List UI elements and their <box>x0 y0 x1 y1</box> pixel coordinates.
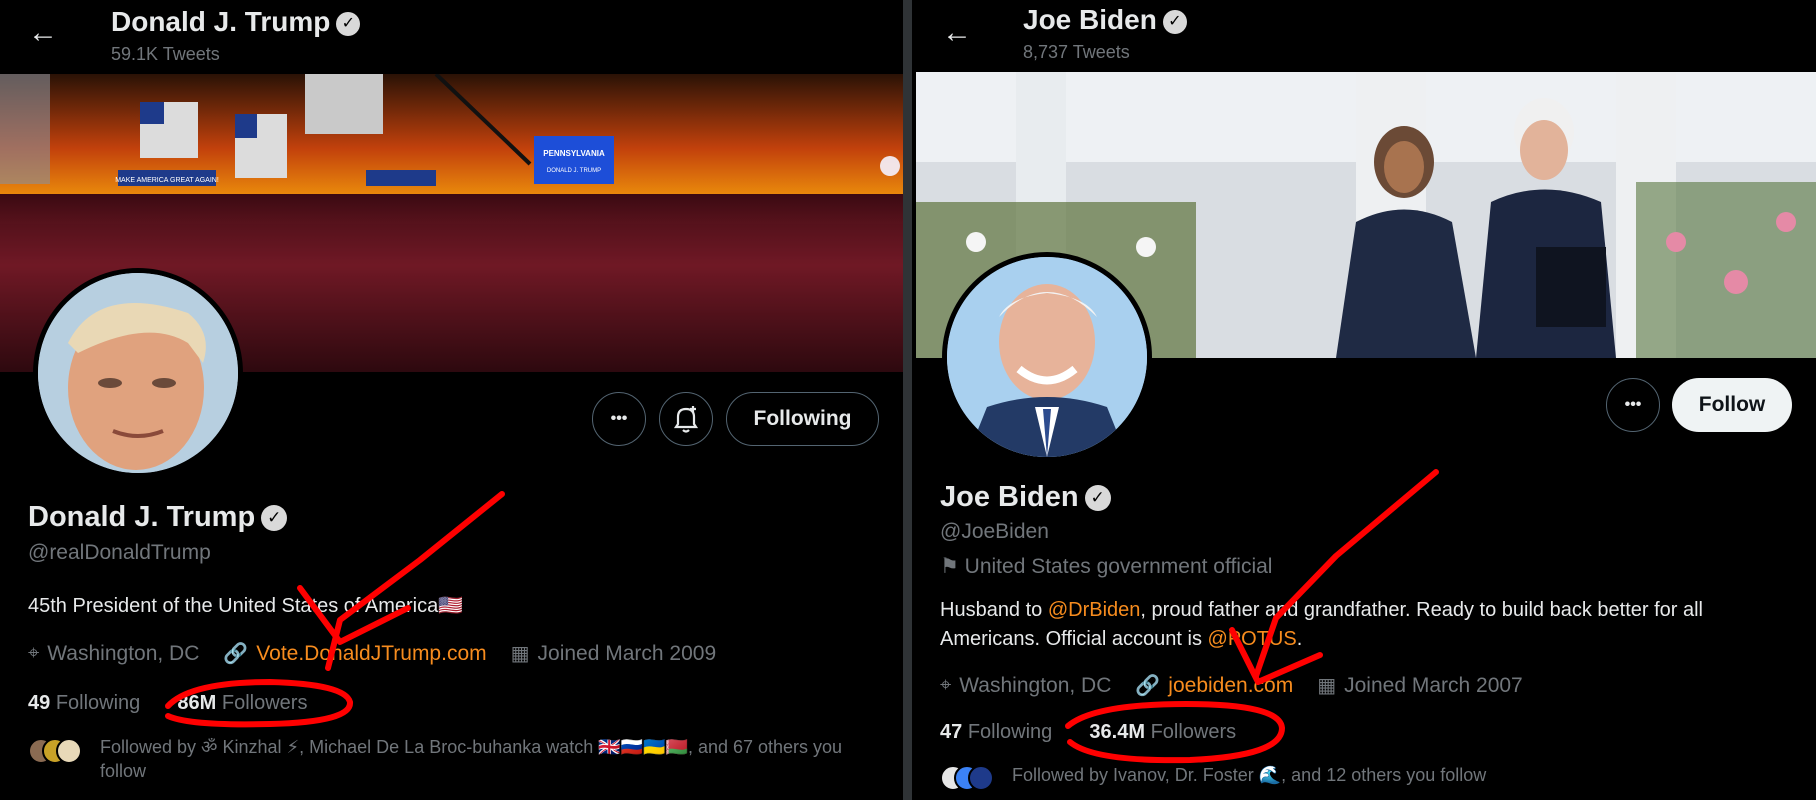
follow-counts: 49 Following 86M Followers <box>28 692 307 715</box>
following-count-link[interactable]: 47 Following <box>940 721 1052 743</box>
followed-by-text[interactable]: Followed by Ivanov, Dr. Foster 🌊, and 12… <box>1012 763 1782 787</box>
following-label: Following <box>967 721 1053 743</box>
more-options-button[interactable]: ••• <box>1606 378 1660 432</box>
followers-count: 86M <box>177 692 217 714</box>
header-title: Donald J. Trump ✓ <box>111 6 361 38</box>
location-text: Washington, DC <box>47 641 200 665</box>
bell-plus-icon <box>673 406 699 433</box>
profile-name-text: Joe Biden <box>940 481 1079 513</box>
bio-text: . <box>1296 628 1303 650</box>
trump-profile-panel: ← Donald J. Trump ✓ 59.1K Tweets MAKE AM… <box>0 0 903 800</box>
verified-icon: ✓ <box>1084 485 1111 512</box>
location-text: Washington, DC <box>959 673 1112 697</box>
profile-bio: Husband to @DrBiden, proud father and gr… <box>940 596 1790 654</box>
link-icon: 🔗 <box>1135 675 1161 697</box>
government-label-text: United States government official <box>964 555 1273 578</box>
profile-meta: ⌖ Washington, DC 🔗 Vote.DonaldJTrump.com… <box>28 641 716 666</box>
notifications-button[interactable] <box>659 392 713 446</box>
panel-divider <box>903 0 912 800</box>
verified-icon: ✓ <box>336 11 361 36</box>
back-arrow-icon[interactable]: ← <box>28 18 58 48</box>
biden-portrait-image <box>947 257 1147 457</box>
following-count: 47 <box>940 721 963 743</box>
joined-date: Joined March 2007 <box>1344 673 1523 697</box>
follow-button[interactable]: Follow <box>1672 378 1792 432</box>
link-icon: 🔗 <box>223 643 249 665</box>
location-icon: ⌖ <box>940 674 952 696</box>
profile-avatar[interactable] <box>33 268 243 478</box>
profile-meta: ⌖ Washington, DC 🔗 joebiden.com ▦ Joined… <box>940 673 1523 698</box>
tweet-count: 59.1K Tweets <box>111 44 220 64</box>
header-name: Donald J. Trump <box>111 6 331 37</box>
biden-profile-panel: ← Joe Biden ✓ 8,737 Tweets ••• Follow Jo… <box>912 0 1816 800</box>
verified-icon: ✓ <box>261 505 288 532</box>
profile-handle: @realDonaldTrump <box>28 541 211 564</box>
following-button[interactable]: Following <box>726 392 879 446</box>
followers-count-link[interactable]: 86M Followers <box>177 692 307 714</box>
profile-name-text: Donald J. Trump <box>28 501 256 533</box>
profile-handle: @JoeBiden <box>940 520 1049 543</box>
government-label: ⚑ United States government official <box>940 554 1272 579</box>
followers-label: Followers <box>1150 721 1237 743</box>
website-link[interactable]: joebiden.com <box>1168 674 1293 698</box>
followed-by-text[interactable]: Followed by ॐ Kinzhal ⚡, Michael De La B… <box>100 735 870 783</box>
calendar-icon: ▦ <box>510 643 530 665</box>
back-arrow-icon[interactable]: ← <box>942 18 972 48</box>
bio-text: Husband to <box>940 599 1048 621</box>
follow-counts: 47 Following 36.4M Followers <box>940 721 1236 744</box>
followers-label: Followers <box>221 692 308 714</box>
flag-icon: ⚑ <box>940 555 959 578</box>
profile-name: Donald J. Trump ✓ <box>28 501 288 534</box>
joined-date: Joined March 2009 <box>537 641 717 665</box>
follower-avatar <box>968 765 994 791</box>
tweet-count: 8,737 Tweets <box>1023 42 1130 62</box>
location-icon: ⌖ <box>28 642 40 664</box>
followers-count-link[interactable]: 36.4M Followers <box>1089 721 1236 743</box>
following-label: Following <box>55 692 141 714</box>
followers-count: 36.4M <box>1089 721 1146 743</box>
mention-potus-link[interactable]: @POTUS <box>1208 628 1297 650</box>
trump-portrait-image <box>38 273 238 473</box>
follower-avatar <box>56 738 82 764</box>
profile-avatar[interactable] <box>942 252 1152 462</box>
following-count: 49 <box>28 692 51 714</box>
header-title: Joe Biden ✓ <box>1023 4 1187 36</box>
following-count-link[interactable]: 49 Following <box>28 692 140 714</box>
svg-text:DONALD J. TRUMP: DONALD J. TRUMP <box>547 168 601 174</box>
mention-drbiden-link[interactable]: @DrBiden <box>1048 599 1141 621</box>
more-options-button[interactable]: ••• <box>592 392 646 446</box>
calendar-icon: ▦ <box>1317 675 1337 697</box>
verified-icon: ✓ <box>1162 9 1187 34</box>
profile-bio: 45th President of the United States of A… <box>28 595 464 617</box>
website-link[interactable]: Vote.DonaldJTrump.com <box>256 642 486 666</box>
profile-name: Joe Biden ✓ <box>940 481 1111 514</box>
header-name: Joe Biden <box>1023 4 1157 35</box>
svg-text:MAKE AMERICA GREAT AGAIN!: MAKE AMERICA GREAT AGAIN! <box>115 177 219 184</box>
svg-text:PENNSYLVANIA: PENNSYLVANIA <box>543 149 605 158</box>
